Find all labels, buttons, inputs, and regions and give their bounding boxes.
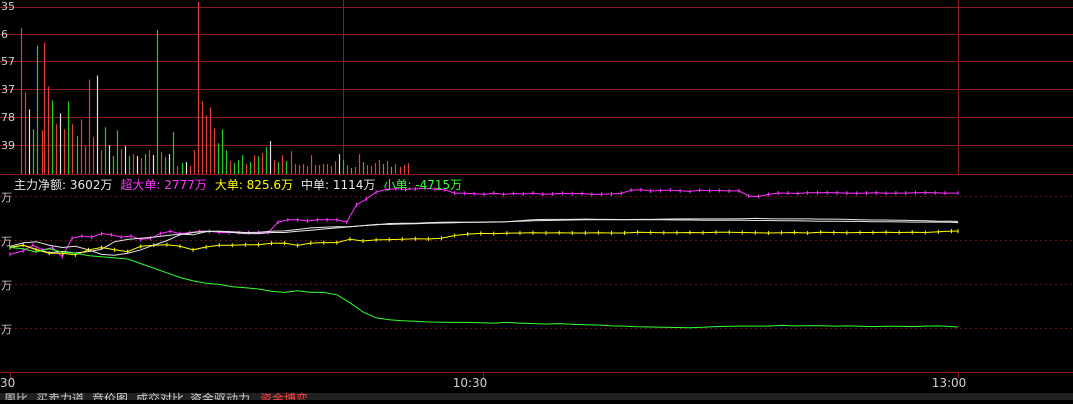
flow-y-tick-label-3: 万 bbox=[1, 323, 12, 336]
bottom-tab-bar: 周比 买卖力道 竞价图 成交对比 资金驱动力 资金博弈 bbox=[0, 391, 1073, 404]
volume-y-tick-label-5: 39 bbox=[1, 139, 15, 152]
tab-0[interactable]: 周比 bbox=[4, 392, 28, 404]
flow-lines bbox=[9, 186, 959, 329]
flow-legend: 主力净额: 3602万 超大单: 2777万 大单: 825.6万 中单: 1114万… bbox=[14, 177, 462, 192]
tab-1[interactable]: 买卖力道 bbox=[36, 392, 84, 404]
tab-label-5: 资金博弈 bbox=[260, 391, 308, 400]
volume-y-tick-label-1: 6 bbox=[1, 28, 8, 41]
volume-y-tick-label-2: 57 bbox=[1, 55, 15, 68]
flow-y-tick-label-0: 万 bbox=[1, 191, 12, 204]
volume-y-axis-labels: 35 6 57 37 78 39 bbox=[1, 0, 15, 152]
legend-large: 大单: 825.6万 bbox=[215, 178, 293, 192]
volume-y-tick-label-3: 37 bbox=[1, 83, 15, 96]
x-tick-label-2: 13:00 bbox=[932, 376, 967, 390]
tab-4[interactable]: 资金驱动力 bbox=[190, 391, 250, 404]
tab-2[interactable]: 竞价图 bbox=[92, 392, 128, 404]
x-tick-label-1: 10:30 bbox=[453, 376, 488, 390]
flow-y-tick-label-2: 万 bbox=[1, 279, 12, 292]
volume-y-tick-label-0: 35 bbox=[1, 0, 15, 13]
capital-flow-chart-widget: 35 6 57 37 78 39 万万万万 主力净额: 3602万 超大单: 2777万 大单… bbox=[0, 0, 1073, 404]
flow-y-tick-label-1: 万 bbox=[1, 235, 12, 248]
tab-3[interactable]: 成交对比 bbox=[136, 391, 184, 404]
legend-super_large: 超大单: 2777万 bbox=[120, 177, 206, 192]
volume-y-tick-label-4: 78 bbox=[1, 111, 15, 124]
chart-canvas: 35657377839 万万万万 主力净额: 3602万 超大单: 2777万 大单… bbox=[0, 0, 1073, 404]
tab-label-3: 成交对比 bbox=[136, 391, 184, 400]
flow-line-mainforce bbox=[9, 217, 959, 254]
tab-label-1: 买卖力道 bbox=[36, 392, 84, 400]
tab-label-0: 周比 bbox=[4, 392, 28, 400]
x-tick-label-0: 30 bbox=[0, 376, 15, 390]
legend-medium: 中单: 1114万 bbox=[301, 177, 375, 192]
tab-5[interactable]: 资金博弈 bbox=[260, 391, 308, 404]
tab-label-2: 竞价图 bbox=[92, 392, 128, 400]
legend-small: 小单: -4715万 bbox=[383, 178, 462, 192]
flow-y-axis-labels: 万万万万 bbox=[1, 191, 12, 336]
volume-bars bbox=[20, 1, 410, 174]
flow-line-small bbox=[9, 247, 959, 329]
legend-mainforce: 主力净额: 3602万 bbox=[14, 178, 112, 192]
flow-line-large bbox=[9, 230, 958, 256]
x-axis-labels: 30 10:30 13:00 bbox=[0, 376, 966, 390]
tab-label-4: 资金驱动力 bbox=[190, 391, 250, 400]
